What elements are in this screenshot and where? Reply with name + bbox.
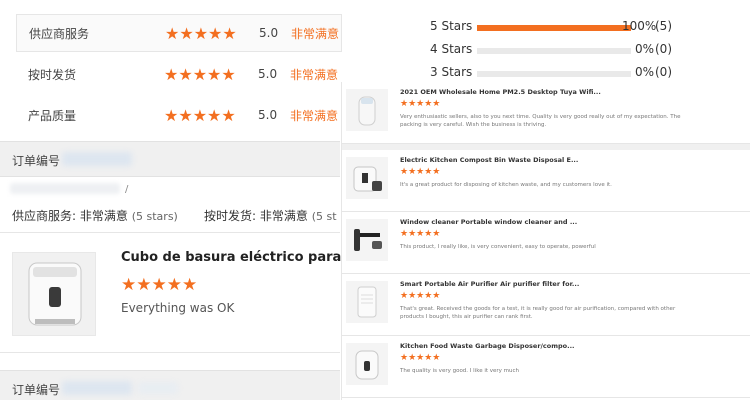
supplier-service-label: 供应商服务: [12, 209, 77, 223]
divider [0, 352, 340, 353]
product-thumbnail[interactable] [346, 157, 388, 199]
product-title[interactable]: Smart Portable Air Purifier Air purifier… [400, 280, 579, 288]
list-item[interactable]: Smart Portable Air Purifier Air purifier… [342, 274, 750, 336]
distribution-bar [477, 71, 631, 77]
rating-score: 5.0 [258, 67, 278, 81]
rating-text: 非常满意 [290, 67, 339, 82]
rating-label: 供应商服务 [29, 26, 90, 41]
star-rating: ★★★★★ [164, 64, 236, 84]
list-item[interactable]: Kitchen Food Waste Garbage Disposer/comp… [342, 336, 750, 398]
review-text: This product, I really like, is very con… [400, 244, 596, 250]
rating-distribution: 5 Stars 100% (5) 4 Stars 0% (0) 3 Stars … [418, 14, 718, 84]
distribution-percent: 100% [622, 19, 657, 33]
compost-bin-icon [353, 166, 382, 192]
review-text: Everything was OK [121, 301, 235, 315]
product-thumbnail[interactable] [346, 281, 388, 323]
supplier-service-summary: 供应商服务: 非常满意 (5 stars) [12, 207, 178, 224]
rating-score: 5.0 [259, 26, 279, 40]
distribution-row-3: 3 Stars 0% (0) [418, 62, 718, 82]
list-item[interactable]: Window cleaner Portable window cleaner a… [342, 212, 750, 274]
review-star-rating: ★★★★★ [121, 275, 198, 295]
delivery-summary: 按时发货: 非常满意 (5 st [204, 207, 337, 224]
product-title[interactable]: Kitchen Food Waste Garbage Disposer/comp… [400, 342, 575, 350]
product-thumbnail[interactable] [346, 219, 388, 261]
rating-label: 产品质量 [28, 108, 77, 123]
rating-row-on-time-delivery: 按时发货 ★★★★★ 5.0 非常满意 [16, 55, 342, 93]
order-number-redacted [138, 382, 178, 394]
rating-row-product-quality: 产品质量 ★★★★★ 5.0 非常满意 [16, 96, 342, 134]
date-separator: / [125, 184, 129, 195]
distribution-label: 5 Stars [430, 19, 473, 33]
distribution-percent: 0% [634, 65, 654, 79]
order-number-label: 订单编号 [12, 383, 61, 397]
review-text: It's a great product for disposing of ki… [400, 182, 612, 188]
air-purifier-icon [357, 286, 377, 318]
review-star-rating: ★★★★★ [400, 353, 441, 363]
product-title[interactable]: 2021 OEM Wholesale Home PM2.5 Desktop Tu… [400, 88, 601, 96]
rating-text: 非常满意 [291, 26, 340, 41]
order-number-bar: 订单编号 [0, 370, 340, 400]
redacted-date [10, 183, 120, 194]
distribution-count: (0) [655, 42, 672, 56]
supplier-service-count: (5 stars) [131, 210, 178, 223]
window-cleaner-icon [354, 229, 382, 251]
delivery-count: (5 st [311, 210, 337, 223]
review-text: Very enthusiastic sellers, also to you n… [400, 114, 681, 128]
product-review-list: 2021 OEM Wholesale Home PM2.5 Desktop Tu… [341, 82, 750, 400]
order-number-redacted [62, 381, 132, 395]
delivery-value: 非常满意 [259, 209, 308, 223]
product-title[interactable]: Cubo de basura eléctrico para cocina [121, 250, 345, 265]
supplier-service-value: 非常满意 [79, 209, 128, 223]
distribution-bar-fill [477, 25, 631, 31]
list-item[interactable]: Electric Kitchen Compost Bin Waste Dispo… [342, 150, 750, 212]
review-star-rating: ★★★★★ [400, 167, 441, 177]
distribution-count: (5) [655, 19, 672, 33]
distribution-row-4: 4 Stars 0% (0) [418, 39, 718, 59]
distribution-label: 3 Stars [430, 65, 473, 79]
star-rating: ★★★★★ [164, 105, 236, 125]
rating-row-supplier-service: 供应商服务 ★★★★★ 5.0 非常满意 [16, 14, 342, 52]
rating-label: 按时发货 [28, 67, 77, 82]
delivery-label: 按时发货: [204, 209, 257, 223]
order-number-bar: 订单编号 [0, 141, 340, 177]
review-star-rating: ★★★★★ [400, 291, 441, 301]
air-purifier-icon [358, 96, 376, 126]
review-star-rating: ★★★★★ [400, 99, 441, 109]
list-item[interactable]: 2021 OEM Wholesale Home PM2.5 Desktop Tu… [342, 82, 750, 144]
product-title[interactable]: Window cleaner Portable window cleaner a… [400, 218, 577, 226]
review-star-rating: ★★★★★ [400, 229, 441, 239]
distribution-count: (0) [655, 65, 672, 79]
product-title[interactable]: Electric Kitchen Compost Bin Waste Dispo… [400, 156, 578, 164]
supplier-rating-panel: 供应商服务 ★★★★★ 5.0 非常满意 按时发货 ★★★★★ 5.0 非常满意… [0, 0, 345, 400]
product-thumbnail[interactable] [12, 252, 96, 336]
distribution-bar [477, 25, 631, 31]
distribution-percent: 0% [634, 42, 654, 56]
product-thumbnail[interactable] [346, 343, 388, 385]
rating-score: 5.0 [258, 108, 278, 122]
product-thumbnail[interactable] [346, 89, 388, 131]
rating-text: 非常满意 [290, 108, 339, 123]
order-number-label: 订单编号 [12, 154, 61, 168]
distribution-bar [477, 48, 631, 54]
review-text: The quality is very good. I like it very… [400, 368, 520, 374]
food-disposer-icon [355, 350, 379, 380]
compost-bin-icon [28, 262, 82, 326]
divider [0, 232, 340, 233]
distribution-row-5: 5 Stars 100% (5) [418, 16, 718, 36]
order-number-redacted [62, 152, 132, 166]
review-text: That's great. Received the goods for a t… [400, 306, 676, 320]
distribution-label: 4 Stars [430, 42, 473, 56]
star-rating: ★★★★★ [165, 23, 237, 43]
